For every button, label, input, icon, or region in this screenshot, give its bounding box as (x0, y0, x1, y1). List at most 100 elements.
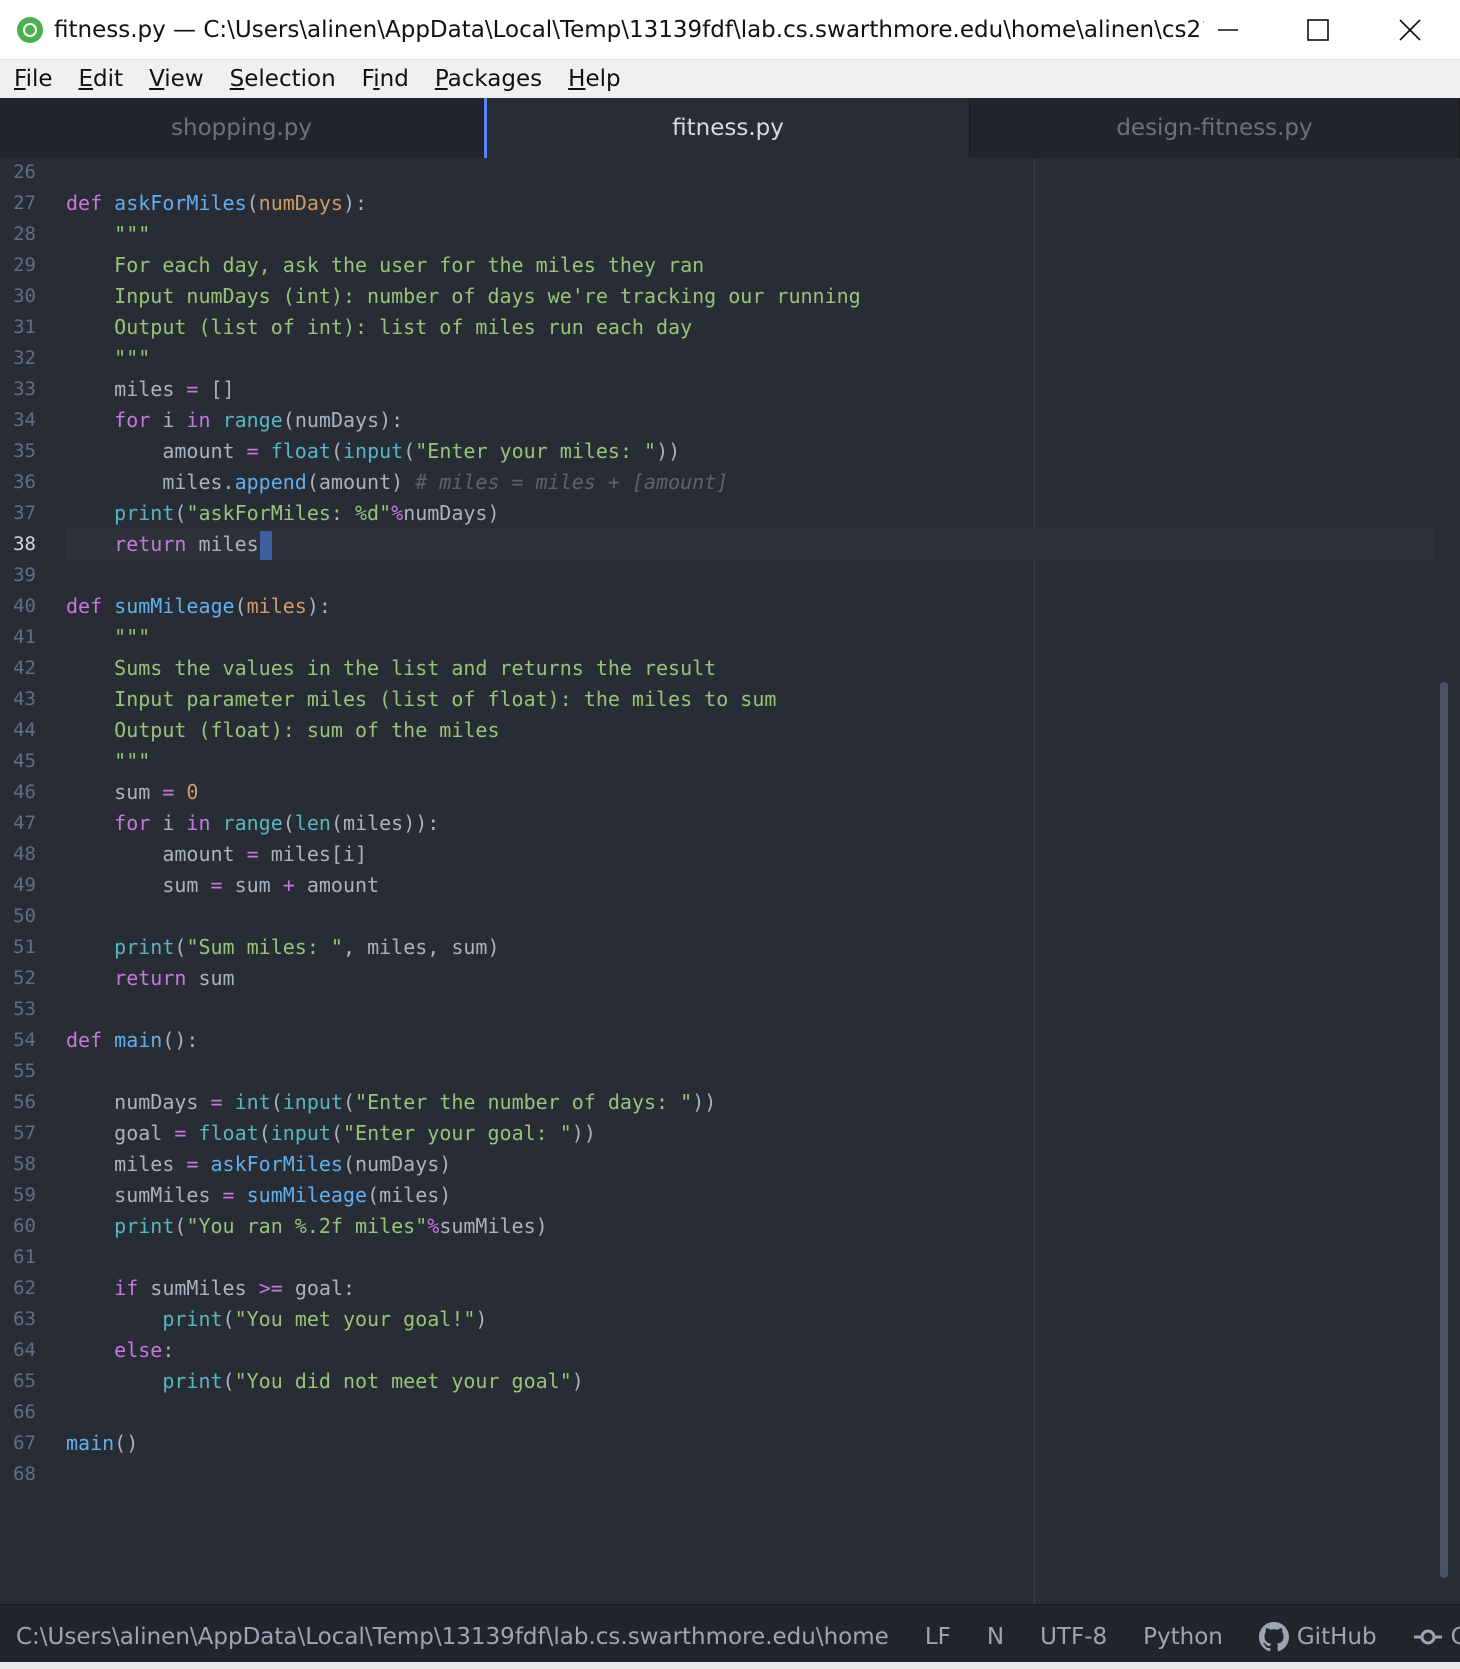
code-line[interactable]: 44 Output (float): sum of the miles (0, 714, 1435, 747)
menu-item-pre: F (361, 66, 374, 92)
code-token: if (114, 1276, 139, 1300)
code-line[interactable]: 62 if sumMiles >= goal: (0, 1272, 1435, 1305)
code-line[interactable]: 34 for i in range(numDays): (0, 404, 1435, 437)
code-token: miles (66, 377, 187, 401)
code-line[interactable]: 54 def main(): (0, 1024, 1435, 1057)
code-text: amount = miles[i] (66, 838, 367, 871)
line-number: 33 (13, 378, 36, 400)
status-github[interactable]: GitHub (1258, 1622, 1377, 1652)
git-commit-icon (1413, 1629, 1442, 1645)
menu-item-6[interactable]: Help (568, 66, 620, 92)
code-line[interactable]: 30 Input numDays (int): number of days w… (0, 280, 1435, 313)
menu-item-1[interactable]: Edit (79, 66, 124, 92)
code-line[interactable]: 55 (0, 1055, 1435, 1088)
code-line[interactable]: 37 print("askForMiles: %d"%numDays) (0, 497, 1435, 530)
maximize-button[interactable] (1272, 0, 1364, 60)
minimize-button[interactable] (1182, 0, 1274, 60)
code-line[interactable]: 58 miles = askForMiles(numDays) (0, 1148, 1435, 1181)
code-token: """ (114, 749, 151, 773)
code-line[interactable]: 65 print("You did not meet your goal") (0, 1365, 1435, 1398)
status-git[interactable]: Git (0) (1413, 1624, 1460, 1650)
code-line[interactable]: 41 """ (0, 621, 1435, 654)
code-token: "Sum miles: " (186, 935, 343, 959)
code-token: sumMiles) (439, 1214, 548, 1238)
menu-item-2[interactable]: View (149, 66, 204, 92)
code-line[interactable]: 61 (0, 1241, 1435, 1274)
code-line[interactable]: 47 for i in range(len(miles)): (0, 807, 1435, 840)
code-line[interactable]: 56 numDays = int(input("Enter the number… (0, 1086, 1435, 1119)
tab-design-fitness-py[interactable]: design-fitness.py (970, 98, 1460, 158)
code-token: else (114, 1338, 163, 1362)
status-grammar[interactable]: Python (1143, 1624, 1223, 1650)
menu-item-rest: ile (25, 66, 53, 92)
line-number: 28 (13, 223, 36, 245)
code-line[interactable]: 50 (0, 900, 1435, 933)
code-line[interactable]: 67 main() (0, 1427, 1435, 1460)
minimize-icon (1218, 29, 1238, 31)
code-line[interactable]: 33 miles = [] (0, 373, 1435, 406)
menu-item-4[interactable]: Find (362, 66, 409, 92)
code-line[interactable]: 26 (0, 158, 1435, 189)
code-line[interactable]: 29 For each day, ask the user for the mi… (0, 249, 1435, 282)
code-token: float (198, 1121, 259, 1145)
menu-item-rest: ackages (447, 66, 543, 92)
line-number: 46 (13, 781, 36, 803)
status-file-path[interactable]: C:\Users\alinen\AppData\Local\Temp\13139… (16, 1624, 889, 1650)
code-text: for i in range(numDays): (66, 404, 403, 437)
menu-item-5[interactable]: Packages (435, 66, 542, 92)
code-line[interactable]: 35 amount = float(input("Enter your mile… (0, 435, 1435, 468)
code-line[interactable]: 45 """ (0, 745, 1435, 778)
code-line[interactable]: 59 sumMiles = sumMileage(miles) (0, 1179, 1435, 1212)
code-line[interactable]: 36 miles.append(amount) # miles = miles … (0, 466, 1435, 499)
code-line[interactable]: 64 else: (0, 1334, 1435, 1367)
line-number: 42 (13, 657, 36, 679)
code-line[interactable]: 31 Output (list of int): list of miles r… (0, 311, 1435, 344)
line-number: 67 (13, 1432, 36, 1454)
code-editor[interactable]: 26 27 def askForMiles(numDays): 28 """ 29 Fo… (0, 158, 1460, 1604)
code-line[interactable]: 51 print("Sum miles: ", miles, sum) (0, 931, 1435, 964)
code-line[interactable]: 53 (0, 993, 1435, 1026)
status-line-ending[interactable]: LF (925, 1624, 951, 1650)
code-line[interactable]: 48 amount = miles[i] (0, 838, 1435, 871)
close-button[interactable] (1364, 0, 1456, 60)
status-n-indicator[interactable]: N (987, 1624, 1004, 1650)
code-token: print (114, 935, 175, 959)
code-line[interactable]: 42 Sums the values in the list and retur… (0, 652, 1435, 685)
scrollbar-thumb[interactable] (1440, 682, 1448, 1578)
code-token: "Enter the number of days: " (355, 1090, 693, 1114)
code-text: """ (66, 218, 150, 251)
code-line[interactable]: 39 (0, 559, 1435, 592)
code-line[interactable]: 63 print("You met your goal!") (0, 1303, 1435, 1336)
code-token: main (114, 1028, 163, 1052)
menu-item-3[interactable]: Selection (230, 66, 336, 92)
code-line[interactable]: 40 def sumMileage(miles): (0, 590, 1435, 623)
code-line[interactable]: 32 """ (0, 342, 1435, 375)
code-token: ( (330, 1121, 343, 1145)
tab-shopping-py[interactable]: shopping.py (0, 98, 484, 158)
code-token: = (186, 377, 199, 401)
code-line[interactable]: 46 sum = 0 (0, 776, 1435, 809)
code-line[interactable]: 66 (0, 1396, 1435, 1429)
code-line[interactable]: 68 (0, 1458, 1435, 1491)
menu-item-0[interactable]: File (14, 66, 53, 92)
tab-fitness-py[interactable]: fitness.py (484, 98, 970, 158)
status-encoding[interactable]: UTF-8 (1040, 1624, 1107, 1650)
code-token: miles (246, 594, 307, 618)
code-line[interactable]: 43 Input parameter miles (list of float)… (0, 683, 1435, 716)
code-line[interactable]: 27 def askForMiles(numDays): (0, 187, 1435, 220)
line-number: 52 (13, 967, 36, 989)
code-line[interactable]: 38 return miles (13, 528, 1435, 561)
code-line[interactable]: 49 sum = sum + amount (0, 869, 1435, 902)
code-text: sum = sum + amount (66, 869, 379, 902)
code-line[interactable]: 52 return sum (0, 962, 1435, 995)
code-line[interactable]: 60 print("You ran %.2f miles"%sumMiles) (0, 1210, 1435, 1243)
menu-mnemonic: H (568, 66, 586, 92)
code-line[interactable]: 57 goal = float(input("Enter your goal: … (0, 1117, 1435, 1150)
code-line[interactable]: 28 """ (0, 218, 1435, 251)
line-number: 64 (13, 1339, 36, 1361)
code-text: def main(): (66, 1024, 198, 1057)
